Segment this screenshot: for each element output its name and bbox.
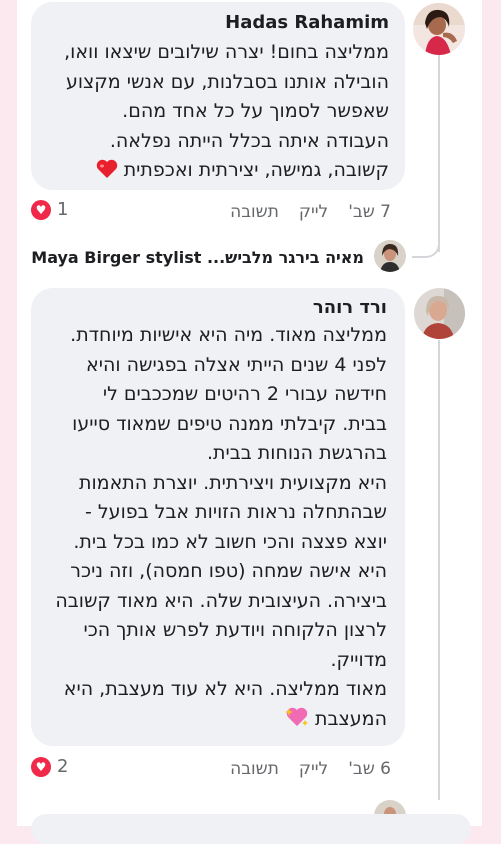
comment-2-line-4: בבית. קיבלתי ממנה טיפים שמאוד סייעו bbox=[72, 412, 387, 435]
reply-preview[interactable]: מאיה בירגר מלביש... Maya Birger stylist bbox=[31, 248, 364, 267]
comment-1-actions: 7 שב' לייק תשובה bbox=[230, 202, 391, 222]
comment-2-line-11: לרצון הלקוחה ויודעת לפרש אותך הכי bbox=[83, 619, 387, 641]
comment-2-time[interactable]: 6 שב' bbox=[348, 759, 391, 779]
comment-1-line-1: ממליצה בחום! יצרה שילובים שיצאו וואו, bbox=[64, 41, 389, 63]
next-comment-bubble bbox=[31, 814, 471, 844]
comment-2-line-7: שבהתחלה נראות הזויות אבל בפועל - bbox=[84, 501, 387, 523]
comment-2-reaction-count: 2 bbox=[57, 756, 69, 777]
thread-line-bottom bbox=[438, 340, 440, 800]
comment-2-line-2: לפני 4 שנים הייתי אצלה בפגישה והיא bbox=[86, 353, 387, 376]
comment-bubble-2: ורד רוהר ממליצה מאוד. מיה היא אישיות מיו… bbox=[31, 288, 405, 746]
comment-2-line-6: היא מקצועית ויצירתית. יוצרת התאמות bbox=[79, 471, 387, 494]
comment-2-line-9: היא אישה שמחה (טפו חמסה), וזה ניכר bbox=[70, 560, 387, 582]
avatar-hadas[interactable] bbox=[413, 3, 465, 55]
thread-line-top bbox=[438, 52, 440, 252]
comment-author-2[interactable]: ורד רוהר bbox=[313, 297, 387, 318]
comment-2-reactions[interactable]: ♥ 2 bbox=[31, 756, 68, 777]
comment-bubble-1: Hadas Rahamim ממליצה בחום! יצרה שילובים … bbox=[31, 2, 405, 190]
love-reaction-icon-2: ♥ bbox=[31, 756, 51, 777]
comment-2-line-3: חידשה עבורי 2 רהיטים שמככבים לי bbox=[102, 383, 387, 405]
comment-1-reply-button[interactable]: תשובה bbox=[230, 202, 279, 222]
comment-1-time[interactable]: 7 שב' bbox=[348, 202, 391, 222]
comment-2-line-14: המעצבת bbox=[55, 705, 387, 738]
comment-1-line-3: שאפשר לסמוך על כל אחד מהם. bbox=[122, 100, 389, 122]
love-reaction-icon: ♥ bbox=[31, 199, 51, 220]
comment-1-like-button[interactable]: לייק bbox=[299, 202, 328, 222]
comment-2-line-12: מדוייק. bbox=[330, 648, 387, 671]
comment-2-like-button[interactable]: לייק bbox=[299, 759, 328, 779]
red-heart-emoji-icon bbox=[96, 159, 118, 189]
comment-2-line-10: ביצירה. העיצובית שלה. היא מאוד קשובה bbox=[55, 589, 387, 612]
comment-2-line-13: מאוד ממליצה. היא לא עוד מעצבת, היא bbox=[63, 678, 387, 700]
comment-2-reply-button[interactable]: תשובה bbox=[230, 759, 279, 779]
comment-1-line-5-text: קשובה, גמישה, יצירתית ואכפתית bbox=[123, 159, 389, 181]
sparkling-heart-emoji-icon bbox=[284, 706, 309, 738]
comment-2-line-14-text: המעצבת bbox=[315, 707, 387, 730]
comment-2-line-5: בהרגשת הנוחות בבית. bbox=[207, 442, 387, 464]
comment-1-line-2: הובילה אותנו בסבלנות, עם אנשי מקצוע bbox=[65, 70, 389, 93]
reply-preview-text: מאיה בירגר מלביש... Maya Birger stylist bbox=[31, 248, 364, 267]
comment-1-reaction-count: 1 bbox=[57, 199, 69, 220]
comment-1-line-4: העבודה איתה בכלל הייתה נפלאה. bbox=[109, 129, 389, 152]
comment-1-reactions[interactable]: ♥ 1 bbox=[31, 199, 68, 220]
comment-2-line-8: יוצא פצצה והכי חשוב לא כמו בכל בית. bbox=[73, 530, 387, 553]
thread-elbow bbox=[412, 228, 440, 258]
comment-2-line-1: ממליצה מאוד. מיה היא אישיות מיוחדת. bbox=[70, 324, 387, 346]
avatar-vered[interactable] bbox=[414, 288, 465, 339]
avatar-maya[interactable] bbox=[374, 240, 406, 272]
comment-author-1[interactable]: Hadas Rahamim bbox=[225, 12, 389, 33]
comment-2-actions: 6 שב' לייק תשובה bbox=[230, 759, 391, 779]
comment-1-line-5: קשובה, גמישה, יצירתית ואכפתית bbox=[64, 156, 389, 189]
